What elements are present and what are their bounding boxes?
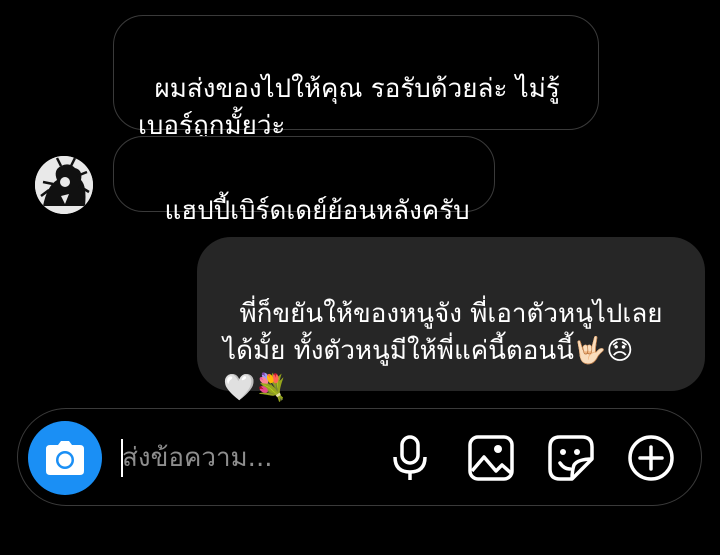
emoji: 💐 bbox=[255, 373, 288, 403]
emoji: 🤍 bbox=[223, 373, 256, 403]
emoji: 😞 bbox=[606, 336, 634, 366]
message-composer bbox=[17, 408, 702, 506]
more-options-button[interactable] bbox=[626, 433, 676, 483]
sent-message-bubble[interactable]: พี่ก็ขยันให้ของหนูจัง พี่เอาตัวหนูไปเลย … bbox=[197, 237, 705, 403]
microphone-button[interactable] bbox=[385, 433, 435, 483]
sticker-button[interactable] bbox=[546, 433, 596, 483]
camera-icon bbox=[46, 441, 84, 475]
image-icon bbox=[468, 435, 514, 481]
camera-button[interactable] bbox=[28, 421, 102, 495]
gallery-button[interactable] bbox=[466, 433, 516, 483]
received-message-bubble[interactable]: แฮปปี้เบิร์ดเดย์ย้อนหลังครับ bbox=[113, 136, 495, 226]
message-text: แฮปปี้เบิร์ดเดย์ย้อนหลังครับ bbox=[164, 196, 470, 226]
emoji: 🤟🏻 bbox=[573, 336, 607, 366]
message-input[interactable] bbox=[122, 437, 372, 479]
received-message-bubble[interactable]: ผมส่งของไปให้คุณ รอรับด้วยล่ะ ไม่รู้ เบอ… bbox=[113, 15, 599, 141]
message-text: ผมส่งของไปให้คุณ รอรับด้วยล่ะ ไม่รู้ เบอ… bbox=[138, 74, 560, 141]
microphone-icon bbox=[393, 435, 427, 480]
sticker-icon bbox=[548, 435, 594, 481]
plus-circle-icon bbox=[628, 435, 674, 481]
sender-avatar[interactable] bbox=[35, 156, 93, 214]
